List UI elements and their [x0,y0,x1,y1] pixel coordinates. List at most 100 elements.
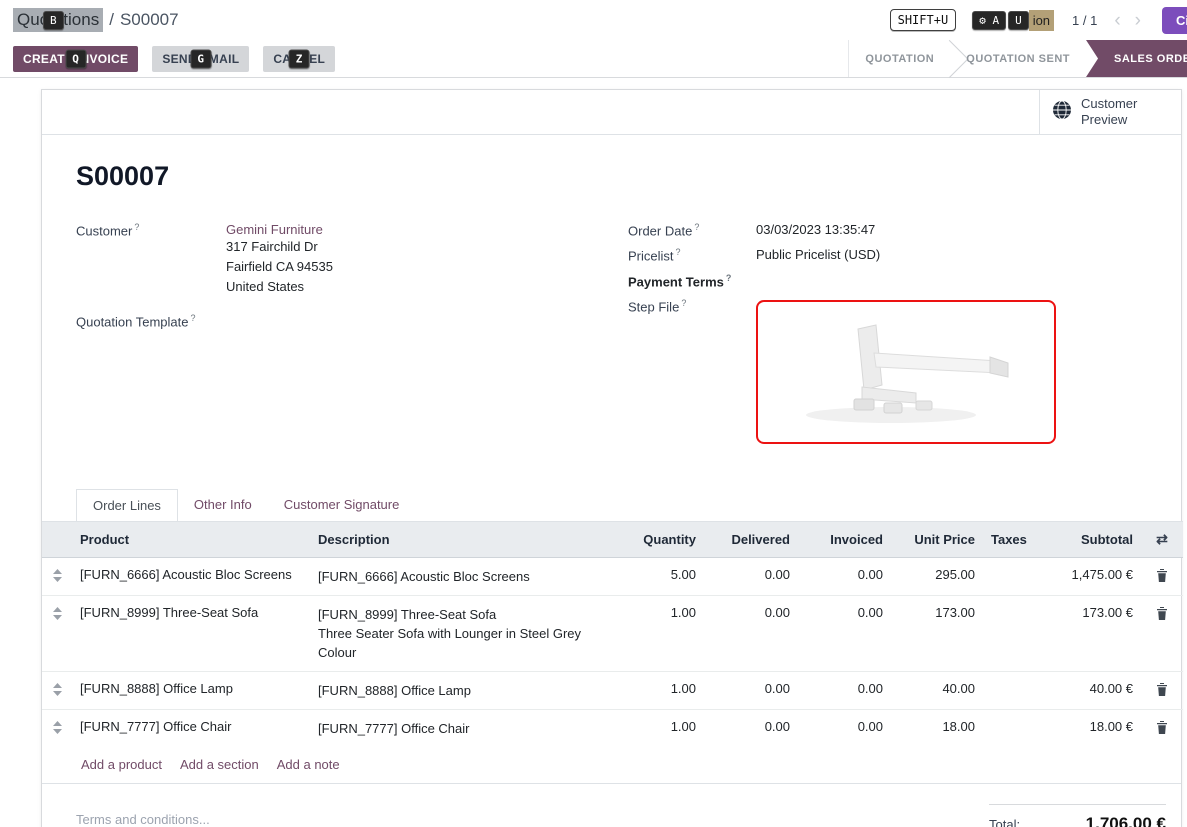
cell-taxes[interactable] [983,595,1028,671]
cell-delivered[interactable]: 0.00 [704,671,798,709]
cell-product[interactable]: [FURN_8888] Office Lamp [72,671,310,709]
cell-subtotal: 18.00 € [1028,709,1141,747]
line-add-links: Add a product Add a section Add a note [42,747,1181,784]
table-row: [FURN_8999] Three-Seat Sofa [FURN_8999] … [42,595,1183,671]
cell-subtotal: 1,475.00 € [1028,557,1141,595]
field-quotation-template: Quotation Template? [76,313,628,329]
header-product[interactable]: Product [72,521,310,557]
cell-product[interactable]: [FURN_7777] Office Chair [72,709,310,747]
shortcut-shift-u-badge: SHIFT+U [890,9,957,31]
breadcrumb-quotations[interactable]: Quotations B [13,8,103,32]
status-step-sales-order[interactable]: SALES ORDER [1086,40,1187,77]
delete-row-icon[interactable] [1156,683,1168,699]
globe-icon [1052,100,1072,124]
cell-taxes[interactable] [983,709,1028,747]
cell-delivered[interactable]: 0.00 [704,557,798,595]
hint-badge-b: B [43,11,64,30]
send-email-button[interactable]: SEND EMAIL G [152,46,249,72]
hint-badge-q: Q [65,49,86,68]
cell-description[interactable]: [FURN_8888] Office Lamp [310,671,620,709]
order-date-value[interactable]: 03/03/2023 13:35:47 [756,222,875,238]
header-subtotal[interactable]: Subtotal [1028,521,1141,557]
pager-prev-button[interactable]: ‹ [1114,11,1120,30]
delete-row-icon[interactable] [1156,569,1168,585]
cell-subtotal: 40.00 € [1028,671,1141,709]
help-icon: ? [676,247,681,257]
gear-icon[interactable]: ⚙ A [972,11,1006,30]
help-icon: ? [694,222,699,232]
tab-customer-signature[interactable]: Customer Signature [268,489,416,521]
cell-quantity[interactable]: 5.00 [620,557,704,595]
field-customer: Customer? Gemini Furniture 317 Fairchild… [76,222,628,297]
status-step-quotation[interactable]: QUOTATION [849,40,950,77]
table-header-row: Product Description Quantity Delivered I… [42,521,1183,557]
action-menu-button[interactable]: ⚙ A U ion [970,10,1054,31]
cell-taxes[interactable] [983,671,1028,709]
cell-unit-price[interactable]: 18.00 [891,709,983,747]
cell-quantity[interactable]: 1.00 [620,709,704,747]
header-delivered[interactable]: Delivered [704,521,798,557]
cell-quantity[interactable]: 1.00 [620,671,704,709]
quotation-template-label: Quotation Template? [76,313,226,329]
cell-subtotal: 173.00 € [1028,595,1141,671]
row-cell [1141,671,1183,709]
add-note-link[interactable]: Add a note [277,757,340,772]
pager-counter: 1 / 1 [1072,13,1097,28]
status-step-quotation-sent[interactable]: QUOTATION SENT [950,40,1086,77]
drag-handle-icon[interactable] [53,607,62,623]
cell-product[interactable]: [FURN_8999] Three-Seat Sofa [72,595,310,671]
delete-row-icon[interactable] [1156,721,1168,737]
cell-unit-price[interactable]: 173.00 [891,595,983,671]
drag-handle-icon[interactable] [53,569,62,585]
corner-button[interactable]: Ci [1162,7,1187,34]
drag-handle-icon[interactable] [53,683,62,699]
customer-preview-button[interactable]: Customer Preview [1039,90,1181,134]
cell-quantity[interactable]: 1.00 [620,595,704,671]
tab-order-lines[interactable]: Order Lines [76,489,178,521]
tab-other-info[interactable]: Other Info [178,489,268,521]
header-unit-price[interactable]: Unit Price [891,521,983,557]
cell-description[interactable]: [FURN_6666] Acoustic Bloc Screens [310,557,620,595]
cell-unit-price[interactable]: 40.00 [891,671,983,709]
cell-delivered[interactable]: 0.00 [704,595,798,671]
status-bar: QUOTATION QUOTATION SENT SALES ORDER [848,40,1187,77]
pager-next-button[interactable]: › [1135,11,1141,30]
row-cell [42,709,72,747]
cell-description[interactable]: [FURN_8999] Three-Seat SofaThree Seater … [310,595,620,671]
cell-invoiced[interactable]: 0.00 [798,557,891,595]
drag-handle-icon[interactable] [53,721,62,737]
header-description[interactable]: Description [310,521,620,557]
row-cell [42,557,72,595]
cell-invoiced[interactable]: 0.00 [798,709,891,747]
add-section-link[interactable]: Add a section [180,757,259,772]
order-date-label: Order Date? [628,222,756,238]
create-invoice-button[interactable]: CREATE INVOICE Q [13,46,138,72]
cell-unit-price[interactable]: 295.00 [891,557,983,595]
cell-delivered[interactable]: 0.00 [704,709,798,747]
cell-invoiced[interactable]: 0.00 [798,595,891,671]
pricelist-value[interactable]: Public Pricelist (USD) [756,247,880,263]
step-file-preview[interactable] [756,300,1056,444]
cell-description[interactable]: [FURN_7777] Office Chair [310,709,620,747]
delete-row-icon[interactable] [1156,607,1168,623]
add-product-link[interactable]: Add a product [81,757,162,772]
cell-taxes[interactable] [983,557,1028,595]
cancel-button[interactable]: CANCEL Z [263,46,335,72]
header-invoiced[interactable]: Invoiced [798,521,891,557]
header-actions: ⇄ [1141,521,1183,557]
customer-link[interactable]: Gemini Furniture [226,222,323,237]
cell-product[interactable]: [FURN_6666] Acoustic Bloc Screens [72,557,310,595]
terms-and-conditions-input[interactable]: Terms and conditions... [76,804,210,827]
hint-badge-u: U [1008,11,1029,30]
total-block: Total: 1,706.00 € [989,804,1166,827]
breadcrumb: Quotations B / S00007 [13,8,179,32]
header-quantity[interactable]: Quantity [620,521,704,557]
sheet-body: S00007 Customer? Gemini Furniture 317 Fa… [42,135,1181,521]
help-icon: ? [681,298,686,308]
hint-badge-z: Z [289,49,310,68]
header-taxes[interactable]: Taxes [983,521,1028,557]
cell-invoiced[interactable]: 0.00 [798,671,891,709]
optional-columns-icon[interactable]: ⇄ [1156,531,1168,547]
customer-address-line: 317 Fairchild Dr [226,237,333,257]
row-cell [1141,557,1183,595]
